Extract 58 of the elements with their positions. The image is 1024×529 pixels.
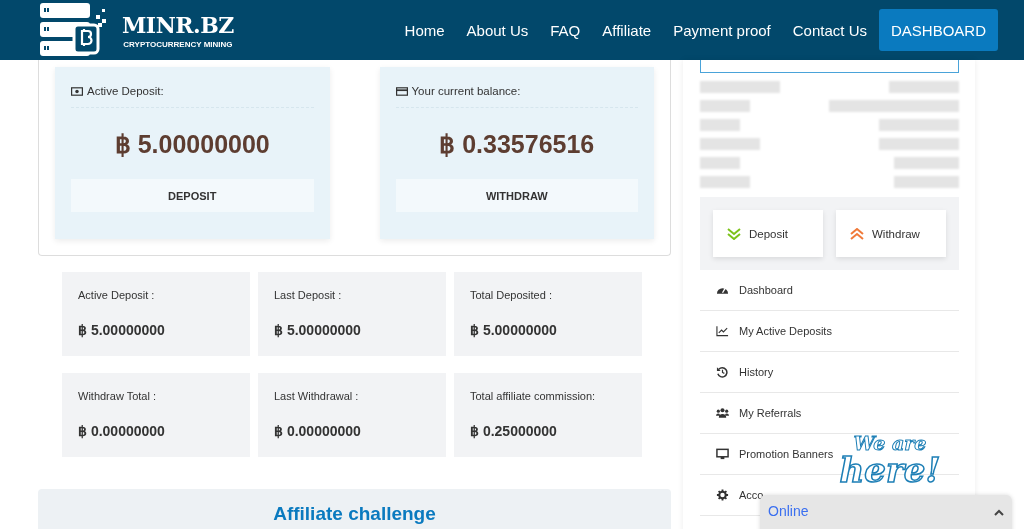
history-icon	[716, 366, 729, 378]
blurred-text	[889, 81, 959, 93]
chat-status: Online	[768, 503, 809, 519]
stat-label: Withdraw Total :	[78, 390, 158, 402]
withdraw-button[interactable]: Withdraw	[836, 210, 946, 257]
money-bill-icon	[71, 86, 83, 96]
line-chart-icon	[716, 325, 729, 337]
logo-name: MINR.BZ	[122, 11, 234, 38]
stat-value: ฿ 5.00000000	[78, 322, 166, 338]
balance-amount: ฿ 5.00000000	[113, 130, 271, 159]
double-chevron-down-icon	[727, 227, 741, 240]
blurred-text	[700, 119, 740, 131]
nav-link[interactable]: About Us	[455, 21, 540, 39]
blurred-text	[700, 138, 760, 150]
blurred-text	[700, 100, 750, 112]
stat-label: Total Deposited :	[470, 289, 553, 301]
monitor-icon	[716, 448, 729, 460]
deposit-button[interactable]: Deposit	[713, 210, 823, 257]
nav-link[interactable]: Home	[393, 21, 456, 39]
blurred-text	[700, 176, 750, 188]
nav-link[interactable]: Contact Us	[781, 21, 878, 39]
blurred-text	[700, 157, 740, 169]
logo-tagline: CRYPTOCURRENCY MINING	[123, 39, 233, 49]
stat-label: Last Withdrawal :	[274, 390, 360, 402]
double-chevron-up-icon	[850, 227, 864, 240]
stat-value: ฿ 0.00000000	[78, 423, 166, 439]
stat-label: Total affiliate commission:	[470, 390, 597, 402]
users-icon	[716, 407, 729, 419]
nav-link[interactable]: Affiliate	[591, 21, 663, 39]
dashboard-button[interactable]: DASHBOARD	[878, 9, 998, 51]
stat-value: ฿ 0.25000000	[470, 423, 558, 439]
sidebar-link[interactable]: History	[739, 366, 774, 378]
credit-card-icon	[395, 86, 408, 96]
stat-label: Last Deposit :	[274, 289, 343, 301]
sidebar-link[interactable]: Dashboard	[739, 284, 793, 296]
affiliate-title: Affiliate challenge	[273, 503, 436, 526]
sidebar-link[interactable]: Promotion Banners	[739, 448, 834, 460]
balance-amount: ฿ 0.33576516	[438, 130, 596, 159]
settings-icon	[716, 489, 729, 501]
withdraw-button[interactable]: WITHDRAW	[395, 179, 638, 212]
chat-toast[interactable]: Online	[760, 495, 1012, 529]
balance-label: Active Deposit:	[87, 85, 164, 97]
stat-value: ฿ 0.00000000	[274, 423, 362, 439]
blurred-text	[894, 176, 959, 188]
sticker-text: here!	[839, 453, 941, 487]
sidebar-link[interactable]: My Active Deposits	[739, 325, 832, 337]
deposit-button[interactable]: DEPOSIT	[71, 179, 314, 212]
chat-sticker[interactable]: We are here!	[832, 434, 948, 487]
blurred-text	[894, 157, 959, 169]
stat-label: Active Deposit :	[78, 289, 156, 301]
sidebar-link[interactable]: My Referrals	[739, 407, 802, 419]
nav-link[interactable]: FAQ	[539, 21, 592, 39]
stat-value: ฿ 5.00000000	[470, 322, 558, 338]
stat-value: ฿ 5.00000000	[274, 322, 362, 338]
balance-label: Your current balance:	[411, 85, 521, 97]
nav-link[interactable]: Payment proof	[662, 21, 782, 39]
caret-up-icon	[994, 509, 1004, 516]
sticker-text: We are	[853, 434, 927, 453]
